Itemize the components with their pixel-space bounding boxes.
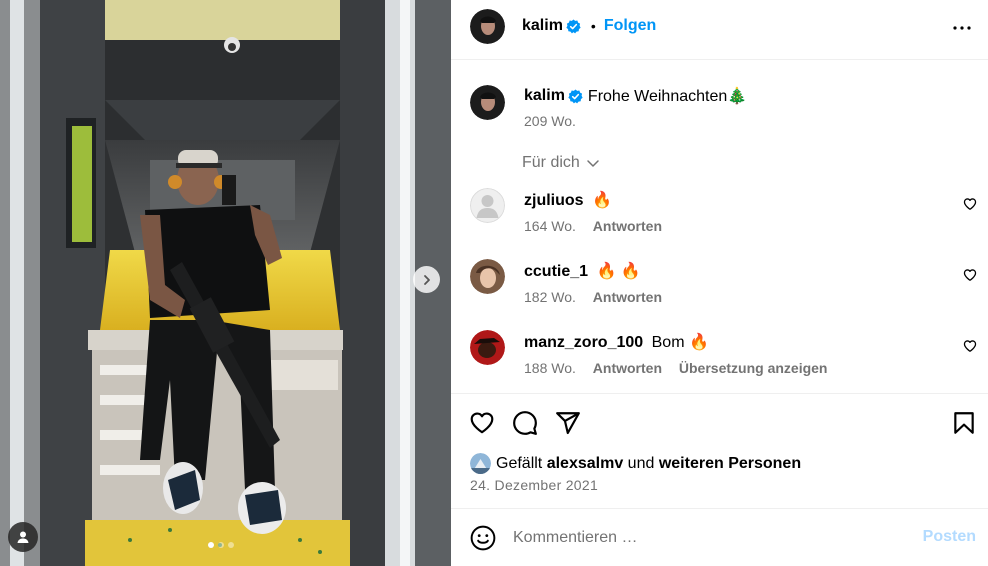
comment-meta: 182 Wo. Antworten bbox=[524, 289, 662, 305]
comment-line: ccutie_1 🔥 🔥 bbox=[524, 261, 641, 281]
comment-text: 🔥 🔥 bbox=[596, 263, 641, 280]
comment-text: Bom 🔥 bbox=[651, 334, 709, 351]
author-avatar[interactable] bbox=[470, 9, 505, 44]
commenter-avatar[interactable] bbox=[470, 259, 505, 294]
comment-meta: 188 Wo. Antworten Übersetzung anzeigen bbox=[524, 360, 827, 376]
comment-icon[interactable] bbox=[512, 410, 538, 436]
carousel-dot-active bbox=[208, 542, 214, 548]
comment-username[interactable]: manz_zoro_100 bbox=[524, 334, 643, 351]
photo-avatar bbox=[470, 259, 505, 294]
liker-avatar bbox=[470, 453, 491, 474]
carousel-dot bbox=[228, 542, 234, 548]
likes-conj: und bbox=[627, 454, 655, 472]
carousel-indicator bbox=[208, 542, 234, 548]
comment-item: manz_zoro_100 Bom 🔥 188 Wo. Antworten Üb… bbox=[451, 330, 988, 390]
comment-meta: 164 Wo. Antworten bbox=[524, 218, 662, 234]
separator-dot: • bbox=[590, 18, 596, 34]
comment-line: zjuliuos 🔥 bbox=[524, 190, 612, 210]
author-line: kalim • Folgen bbox=[522, 17, 656, 35]
caption-text: Frohe Weihnachten🎄 bbox=[587, 88, 748, 105]
bookmark-icon[interactable] bbox=[951, 410, 977, 436]
user-tags-button[interactable] bbox=[8, 522, 38, 552]
chevron-right-icon bbox=[423, 274, 430, 285]
heart-icon[interactable] bbox=[963, 197, 977, 211]
follow-button[interactable]: Folgen bbox=[604, 17, 656, 35]
likes-others[interactable]: weiteren Personen bbox=[659, 455, 801, 473]
caption-author-avatar[interactable] bbox=[470, 85, 505, 120]
comment-time: 182 Wo. bbox=[524, 289, 576, 305]
carousel-dot bbox=[218, 542, 224, 548]
commenter-avatar[interactable] bbox=[470, 188, 505, 223]
post-actions: Gefällt alexsalmv und weiteren Personen … bbox=[451, 393, 988, 508]
post-media[interactable] bbox=[0, 0, 451, 566]
author-avatar-image bbox=[470, 9, 505, 44]
comment-text: 🔥 bbox=[592, 192, 612, 209]
post-date: 24. Dezember 2021 bbox=[470, 477, 599, 493]
comment-time: 164 Wo. bbox=[524, 218, 576, 234]
post-details-panel: kalim • Folgen kalim Frohe Weihnachten🎄 … bbox=[451, 0, 988, 566]
translate-button[interactable]: Übersetzung anzeigen bbox=[679, 360, 828, 376]
comment-sort-dropdown[interactable]: Für dich bbox=[522, 154, 600, 172]
likes-summary[interactable]: Gefällt alexsalmv und weiteren Personen bbox=[470, 453, 801, 474]
comments-section[interactable]: kalim Frohe Weihnachten🎄 209 Wo. Für dic… bbox=[451, 61, 988, 393]
likes-prefix: Gefällt bbox=[496, 454, 543, 472]
comment-username[interactable]: ccutie_1 bbox=[524, 263, 588, 280]
post-comment-button[interactable]: Posten bbox=[923, 528, 976, 546]
emoji-icon[interactable] bbox=[470, 525, 496, 551]
comment-time: 188 Wo. bbox=[524, 360, 576, 376]
comment-sort-label: Für dich bbox=[522, 154, 580, 171]
photo-avatar bbox=[470, 330, 505, 365]
verified-badge-icon bbox=[566, 18, 581, 33]
commenter-avatar[interactable] bbox=[470, 330, 505, 365]
next-image-button[interactable] bbox=[413, 266, 440, 293]
comment-item: ccutie_1 🔥 🔥 182 Wo. Antworten bbox=[451, 259, 988, 319]
caption: kalim Frohe Weihnachten🎄 bbox=[524, 86, 747, 106]
caption-time: 209 Wo. bbox=[524, 113, 576, 129]
comment-composer: Posten bbox=[451, 508, 988, 566]
author-username[interactable]: kalim bbox=[522, 17, 563, 35]
liker-username[interactable]: alexsalmv bbox=[547, 455, 624, 473]
heart-icon[interactable] bbox=[963, 268, 977, 282]
comment-item: zjuliuos 🔥 164 Wo. Antworten bbox=[451, 188, 988, 248]
comment-line: manz_zoro_100 Bom 🔥 bbox=[524, 332, 709, 352]
chevron-down-icon bbox=[587, 160, 599, 167]
caption-username[interactable]: kalim bbox=[524, 87, 565, 105]
reply-button[interactable]: Antworten bbox=[593, 218, 662, 234]
comment-input[interactable] bbox=[513, 526, 893, 550]
verified-badge-icon bbox=[568, 88, 583, 103]
share-icon[interactable] bbox=[555, 410, 581, 436]
user-tag-icon bbox=[17, 531, 29, 543]
heart-icon[interactable] bbox=[469, 410, 495, 436]
default-avatar-icon bbox=[470, 188, 505, 223]
liker-avatar-image bbox=[470, 453, 491, 474]
post-header: kalim • Folgen bbox=[451, 0, 988, 60]
reply-button[interactable]: Antworten bbox=[593, 360, 662, 376]
reply-button[interactable]: Antworten bbox=[593, 289, 662, 305]
more-options-icon[interactable] bbox=[950, 16, 974, 40]
post-image bbox=[0, 0, 451, 566]
caption-avatar-image bbox=[470, 85, 505, 120]
comment-username[interactable]: zjuliuos bbox=[524, 192, 584, 209]
heart-icon[interactable] bbox=[963, 339, 977, 353]
